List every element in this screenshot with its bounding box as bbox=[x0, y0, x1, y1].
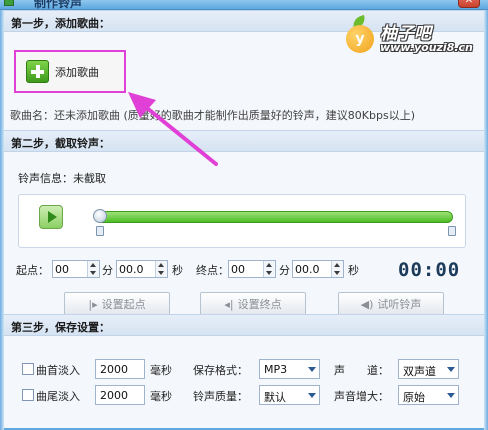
end-marker[interactable] bbox=[448, 226, 456, 236]
up-arrow-icon[interactable] bbox=[158, 263, 164, 267]
save-format-select[interactable]: MP3 bbox=[259, 359, 320, 379]
channel-value: 双声道 bbox=[403, 365, 436, 378]
window-titlebar: 制作铃声 ✕ bbox=[0, 0, 488, 10]
end-second-unit: 秒 bbox=[348, 264, 359, 277]
speaker-icon: ◀) bbox=[360, 297, 374, 311]
start-minute-arrows[interactable] bbox=[87, 261, 99, 277]
step1-title: 第一步，添加歌曲： bbox=[11, 17, 110, 30]
clip-range-track[interactable] bbox=[95, 211, 453, 223]
end-minute-unit: 分 bbox=[279, 264, 290, 277]
youzi8-logo: y 柚子吧 www.youzi8.cn bbox=[344, 11, 480, 59]
ringtone-player bbox=[18, 194, 466, 248]
set-start-button[interactable]: |▸ 设置起点 bbox=[64, 292, 170, 316]
start-second-unit: 秒 bbox=[172, 264, 183, 277]
fade-out-checkbox[interactable] bbox=[22, 389, 34, 401]
start-second-value: 00.0 bbox=[119, 263, 144, 276]
fade-out-unit: 毫秒 bbox=[150, 390, 172, 403]
chevron-down-icon[interactable] bbox=[447, 393, 455, 398]
preview-ringtone-button[interactable]: ◀) 试听铃声 bbox=[338, 292, 444, 316]
add-song-label: 添加歌曲 bbox=[55, 65, 99, 79]
set-start-label: 设置起点 bbox=[101, 298, 146, 311]
chevron-down-icon[interactable] bbox=[308, 393, 316, 398]
fade-in-unit: 毫秒 bbox=[150, 364, 172, 377]
logo-url: www.youzi8.cn bbox=[380, 41, 473, 54]
down-arrow-icon[interactable] bbox=[266, 271, 272, 275]
start-slider-handle[interactable] bbox=[93, 209, 107, 223]
start-minute-value: 00 bbox=[55, 263, 69, 276]
add-song-highlight: 添加歌曲 bbox=[14, 50, 126, 93]
time-display: 00:00 bbox=[398, 259, 461, 281]
down-arrow-icon[interactable] bbox=[334, 271, 340, 275]
fade-in-label: 曲首淡入 bbox=[36, 364, 80, 377]
song-name-info: 歌曲名：还未添加歌曲 (质量好的歌曲才能制作出质量好的铃声，建议80Kbps以上… bbox=[10, 109, 415, 122]
end-second-stepper[interactable]: 00.0 bbox=[292, 260, 344, 278]
fade-out-label: 曲尾淡入 bbox=[36, 390, 80, 403]
play-icon[interactable] bbox=[39, 205, 63, 229]
volume-boost-value: 原始 bbox=[403, 391, 425, 404]
set-end-button[interactable]: ◂| 设置终点 bbox=[200, 292, 306, 316]
step2-header: 第二步，截取铃声： bbox=[4, 130, 484, 152]
save-format-label: 保存格式： bbox=[193, 364, 248, 377]
up-arrow-icon[interactable] bbox=[90, 263, 96, 267]
add-song-button[interactable]: 添加歌曲 bbox=[19, 56, 121, 87]
step3-title: 第三步，保存设置： bbox=[11, 321, 110, 334]
close-icon[interactable]: ✕ bbox=[458, 0, 480, 8]
down-arrow-icon[interactable] bbox=[90, 271, 96, 275]
channel-label: 声 道： bbox=[334, 364, 389, 377]
up-arrow-icon[interactable] bbox=[334, 263, 340, 267]
ring-quality-value: 默认 bbox=[264, 391, 286, 404]
start-minute-stepper[interactable]: 00 bbox=[52, 260, 100, 278]
up-arrow-icon[interactable] bbox=[266, 263, 272, 267]
set-end-icon: ◂| bbox=[224, 297, 234, 311]
end-minute-value: 00 bbox=[231, 263, 245, 276]
end-minute-stepper[interactable]: 00 bbox=[228, 260, 276, 278]
start-second-arrows[interactable] bbox=[155, 261, 167, 277]
ring-info: 铃声信息：未截取 bbox=[18, 172, 106, 185]
start-label: 起点： bbox=[16, 264, 49, 277]
end-label: 终点： bbox=[196, 264, 229, 277]
window-right-border bbox=[484, 10, 488, 430]
ring-quality-label: 铃声质量： bbox=[193, 390, 248, 403]
dialog-body: 第一步，添加歌曲： y 柚子吧 www.youzi8.cn 添加歌曲 歌曲名：还… bbox=[4, 10, 484, 430]
settings-row-2: 曲尾淡入 2000 毫秒 铃声质量： 默认 声音增大： 原始 bbox=[4, 385, 484, 407]
channel-select[interactable]: 双声道 bbox=[398, 359, 459, 379]
step3-header: 第三步，保存设置： bbox=[4, 314, 484, 336]
start-second-stepper[interactable]: 00.0 bbox=[116, 260, 168, 278]
preview-label: 试听铃声 bbox=[377, 298, 422, 311]
chevron-down-icon[interactable] bbox=[447, 367, 455, 372]
down-arrow-icon[interactable] bbox=[158, 271, 164, 275]
logo-fruit-icon: y bbox=[346, 25, 374, 53]
fade-in-value: 2000 bbox=[100, 363, 128, 376]
chevron-down-icon[interactable] bbox=[308, 367, 316, 372]
end-second-value: 00.0 bbox=[295, 263, 320, 276]
fade-in-checkbox[interactable] bbox=[22, 363, 34, 375]
volume-boost-label: 声音增大： bbox=[334, 390, 389, 403]
settings-row-1: 曲首淡入 2000 毫秒 保存格式： MP3 声 道： 双声道 bbox=[4, 359, 484, 381]
window-title: 制作铃声 bbox=[34, 0, 83, 10]
save-format-value: MP3 bbox=[264, 363, 288, 376]
volume-boost-select[interactable]: 原始 bbox=[398, 385, 459, 405]
step2-title: 第二步，截取铃声： bbox=[11, 137, 110, 150]
ring-quality-select[interactable]: 默认 bbox=[259, 385, 320, 405]
plus-icon bbox=[26, 60, 49, 83]
fade-out-value: 2000 bbox=[100, 389, 128, 402]
set-start-icon: |▸ bbox=[88, 297, 98, 311]
end-second-arrows[interactable] bbox=[331, 261, 343, 277]
fade-in-field[interactable]: 2000 bbox=[95, 359, 145, 379]
fade-out-field[interactable]: 2000 bbox=[95, 385, 145, 405]
start-marker[interactable] bbox=[96, 226, 104, 236]
end-minute-arrows[interactable] bbox=[263, 261, 275, 277]
set-end-label: 设置终点 bbox=[237, 298, 282, 311]
app-icon bbox=[4, 0, 14, 6]
start-minute-unit: 分 bbox=[102, 264, 113, 277]
